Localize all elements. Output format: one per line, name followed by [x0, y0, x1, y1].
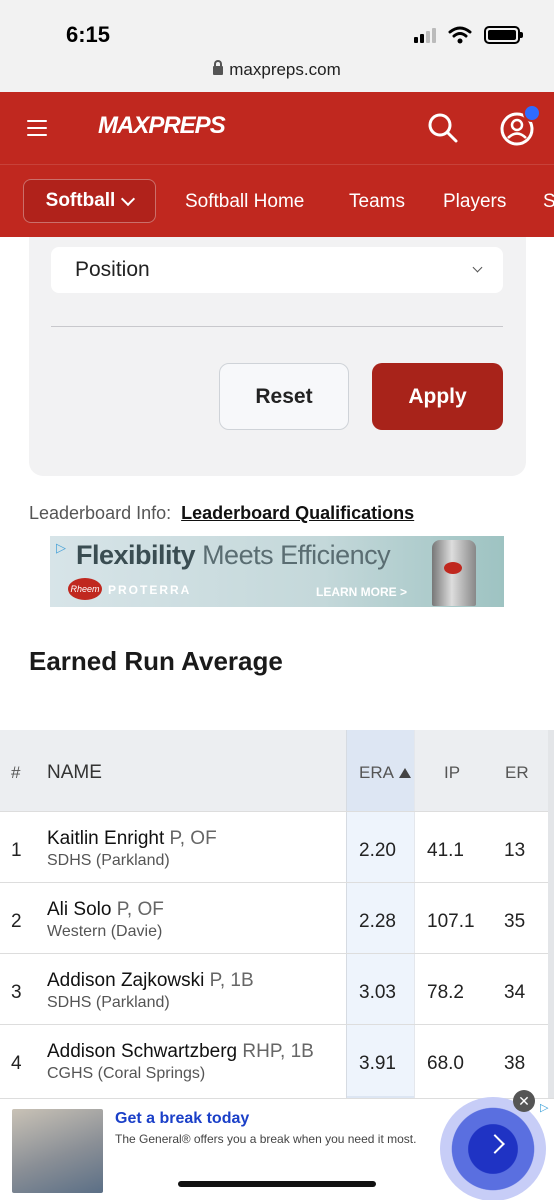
nav-link-softball-home[interactable]: Softball Home — [185, 191, 304, 213]
nav-link-teams[interactable]: Teams — [349, 191, 405, 213]
table-row[interactable]: 4 Addison Schwartzberg RHP, 1B CGHS (Coral… — [0, 1024, 554, 1096]
col-header-ip[interactable]: IP — [444, 763, 460, 783]
sport-selector-button[interactable]: Softball — [23, 179, 156, 223]
player-name-link[interactable]: Addison Zajkowski — [47, 970, 204, 991]
player-name-line: Addison Schwartzberg RHP, 1B — [47, 1041, 314, 1063]
status-icons — [414, 26, 523, 44]
player-school: CGHS (Coral Springs) — [47, 1065, 206, 1082]
clock: 6:15 — [66, 22, 111, 47]
apply-button[interactable]: Apply — [372, 363, 503, 430]
ip-value: 107.1 — [427, 911, 475, 932]
url-text: maxpreps.com — [229, 60, 341, 79]
era-value: 3.91 — [359, 1053, 396, 1074]
ad-banner[interactable]: ▷ Flexibility Meets Efficiency Rheem PRO… — [50, 536, 504, 607]
player-school: SDHS (Parkland) — [47, 994, 170, 1011]
position-select[interactable]: Position — [51, 247, 503, 293]
chevron-down-icon — [121, 191, 136, 206]
ad-product-name: PROTERRA — [108, 583, 192, 597]
maxpreps-logo[interactable]: MAXPREPS — [98, 112, 226, 140]
row-rank: 2 — [11, 911, 22, 932]
adchoices-icon[interactable]: ▷ — [540, 1101, 548, 1114]
player-position: RHP, 1B — [242, 1041, 314, 1062]
reset-button[interactable]: Reset — [219, 363, 349, 430]
status-bar: 6:15 maxpreps.com — [0, 0, 554, 92]
player-name-line: Addison Zajkowski P, 1B — [47, 970, 254, 992]
player-name-link[interactable]: Addison Schwartzberg — [47, 1041, 237, 1062]
water-heater-image — [432, 540, 476, 606]
adchoices-icon[interactable]: ▷ — [56, 540, 76, 556]
row-rank: 1 — [11, 840, 22, 861]
filter-panel: Position Reset Apply — [29, 237, 526, 476]
site-header: MAXPREPS — [0, 92, 554, 164]
table-row[interactable]: 2 Ali Solo P, OF Western (Davie) 2.28 107.1 3… — [0, 882, 554, 954]
player-school: SDHS (Parkland) — [47, 852, 170, 869]
ip-value: 68.0 — [427, 1053, 464, 1074]
col-header-name[interactable]: NAME — [47, 762, 102, 784]
ad-learn-more[interactable]: LEARN MORE > — [316, 585, 407, 599]
leaderboard-info-label: Leaderboard Info: — [29, 503, 172, 523]
chevron-down-icon — [472, 262, 483, 273]
leaderboard-info: Leaderboard Info: Leaderboard Qualificati… — [29, 503, 414, 524]
er-value: 34 — [504, 982, 526, 1003]
position-select-value: Position — [75, 258, 150, 281]
ad-headline-bold: Flexibility — [76, 540, 196, 570]
player-school: Western (Davie) — [47, 923, 163, 940]
player-position: P, 1B — [209, 970, 254, 991]
ad-person-image — [12, 1109, 103, 1193]
col-header-er[interactable]: ER — [505, 763, 529, 783]
search-icon[interactable] — [427, 112, 459, 144]
leaderboard-table: # NAME ERA IP ER 1 Kaitlin Enright P, OF S… — [0, 730, 554, 1098]
leaderboard-qualifications-link[interactable]: Leaderboard Qualifications — [181, 503, 414, 523]
close-icon[interactable]: ✕ — [513, 1090, 535, 1112]
ad-headline-rest: Meets Efficiency — [202, 540, 391, 570]
player-name-line: Ali Solo P, OF — [47, 899, 164, 921]
table-scroll-edge — [548, 730, 554, 1098]
ip-value: 78.2 — [427, 982, 464, 1003]
wifi-icon — [448, 26, 472, 44]
player-name-link[interactable]: Kaitlin Enright — [47, 828, 164, 849]
er-value: 13 — [504, 840, 526, 861]
url-bar[interactable]: maxpreps.com — [0, 60, 554, 80]
era-value: 3.03 — [359, 982, 396, 1003]
er-value: 38 — [504, 1053, 526, 1074]
player-position: P, OF — [116, 899, 164, 920]
col-header-rank: # — [11, 763, 21, 782]
player-name-line: Kaitlin Enright P, OF — [47, 828, 217, 850]
col-header-era-label: ERA — [359, 763, 394, 782]
nav-link-players[interactable]: Players — [443, 191, 506, 213]
sport-nav: Softball Softball Home Teams Players S — [0, 164, 554, 237]
rheem-logo: Rheem — [68, 578, 102, 600]
er-value: 35 — [504, 911, 526, 932]
row-rank: 3 — [11, 982, 22, 1003]
nav-link-truncated[interactable]: S — [543, 191, 554, 213]
col-header-era[interactable]: ERA — [359, 763, 411, 783]
notification-dot — [523, 104, 541, 122]
bottom-ad-description: The General® offers you a break when you… — [115, 1132, 417, 1146]
sport-selector-label: Softball — [45, 190, 116, 211]
player-position: P, OF — [169, 828, 217, 849]
table-row[interactable]: 1 Kaitlin Enright P, OF SDHS (Parkland) 2.2… — [0, 811, 554, 883]
lock-icon — [213, 60, 224, 75]
section-title: Earned Run Average — [29, 646, 283, 676]
ip-value: 41.1 — [427, 840, 464, 861]
table-header: # NAME ERA IP ER — [0, 730, 554, 1098]
era-value: 2.28 — [359, 911, 396, 932]
era-value: 2.20 — [359, 840, 396, 861]
player-name-link[interactable]: Ali Solo — [47, 899, 111, 920]
battery-icon — [484, 26, 523, 44]
cellular-signal-icon — [414, 27, 436, 43]
row-rank: 4 — [11, 1053, 22, 1074]
hamburger-menu-icon[interactable] — [27, 120, 47, 136]
ad-headline: Flexibility Meets Efficiency — [76, 540, 391, 571]
table-row[interactable]: 3 Addison Zajkowski P, 1B SDHS (Parkland) 3… — [0, 953, 554, 1025]
home-indicator[interactable] — [178, 1181, 376, 1187]
divider — [51, 326, 503, 327]
sort-ascending-icon — [398, 768, 411, 778]
bottom-ad-title[interactable]: Get a break today — [115, 1110, 249, 1128]
